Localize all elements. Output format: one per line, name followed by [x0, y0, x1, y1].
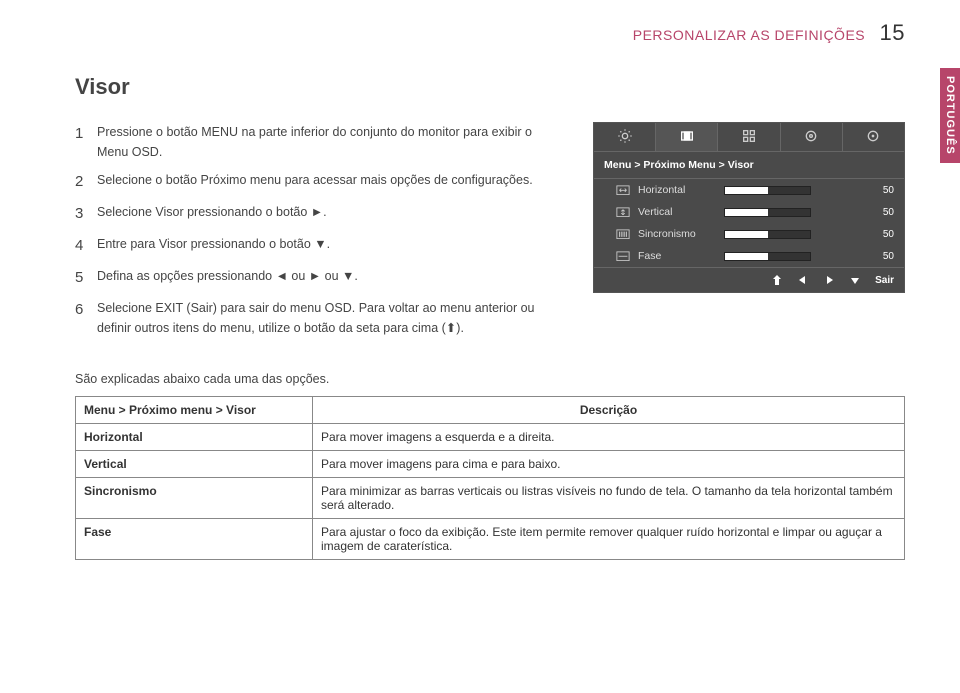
vertical-icon — [616, 206, 630, 218]
osd-breadcrumb: Menu > Próximo Menu > Visor — [594, 152, 904, 179]
osd-row-horizontal[interactable]: Horizontal 50 — [594, 179, 904, 201]
step-number: 5 — [75, 266, 89, 290]
step: 6Selecione EXIT (Sair) para sair do menu… — [75, 298, 565, 338]
step: 1Pressione o botão MENU na parte inferio… — [75, 122, 565, 162]
osd-tab-bar — [594, 123, 904, 152]
sun-icon — [617, 128, 633, 147]
osd-panel: Menu > Próximo Menu > Visor Horizontal 5… — [593, 122, 905, 293]
step-text: Defina as opções pressionando ◄ ou ► ou … — [97, 266, 565, 290]
table-row: Fase Para ajustar o foco da exibição. Es… — [76, 519, 905, 560]
step-number: 1 — [75, 122, 89, 162]
step-number: 4 — [75, 234, 89, 258]
table-cell-name: Sincronismo — [76, 478, 313, 519]
target-icon — [865, 128, 881, 147]
osd-value: 50 — [883, 251, 894, 262]
step: 4 Entre para Visor pressionando o botão ▼… — [75, 234, 565, 258]
settings-icon — [803, 128, 819, 147]
table-header-right: Descrição — [313, 397, 905, 424]
sync-icon — [616, 228, 630, 240]
osd-slider[interactable] — [724, 186, 811, 195]
table-cell-name: Horizontal — [76, 424, 313, 451]
page-number: 15 — [880, 20, 905, 45]
left-arrow-icon[interactable] — [797, 274, 809, 286]
osd-label: Vertical — [638, 206, 716, 218]
language-tab: PORTUGUÊS — [940, 68, 960, 163]
header-breadcrumb: PERSONALIZAR AS DEFINIÇÕES — [633, 27, 865, 43]
osd-tab-other1[interactable] — [781, 123, 843, 151]
osd-row-sincronismo[interactable]: Sincronismo 50 — [594, 223, 904, 245]
step: 5 Defina as opções pressionando ◄ ou ► ou… — [75, 266, 565, 290]
osd-label: Fase — [638, 250, 716, 262]
page-header: PERSONALIZAR AS DEFINIÇÕES 15 — [75, 20, 905, 46]
table-cell-desc: Para ajustar o foco da exibição. Este it… — [313, 519, 905, 560]
step-number: 6 — [75, 298, 89, 338]
step-text: Entre para Visor pressionando o botão ▼. — [97, 234, 565, 258]
osd-value: 50 — [883, 185, 894, 196]
table-row: Vertical Para mover imagens para cima e … — [76, 451, 905, 478]
section-title: Visor — [75, 74, 905, 100]
step-text: Selecione Visor pressionando o botão ►. — [97, 202, 565, 226]
step: 3 Selecione Visor pressionando o botão ►. — [75, 202, 565, 226]
horizontal-icon — [616, 184, 630, 196]
osd-label: Sincronismo — [638, 228, 716, 240]
step-text: Pressione o botão MENU na parte inferior… — [97, 122, 565, 162]
osd-tab-color[interactable] — [718, 123, 780, 151]
right-arrow-icon[interactable] — [823, 274, 835, 286]
step-number: 3 — [75, 202, 89, 226]
instructions: 1Pressione o botão MENU na parte inferio… — [75, 122, 565, 346]
explain-intro: São explicadas abaixo cada uma das opçõe… — [75, 372, 905, 386]
up-arrow-icon[interactable] — [771, 274, 783, 286]
osd-footer: Sair — [594, 267, 904, 292]
down-arrow-icon[interactable] — [849, 274, 861, 286]
table-cell-name: Vertical — [76, 451, 313, 478]
osd-value: 50 — [883, 229, 894, 240]
osd-slider[interactable] — [724, 252, 811, 261]
phase-icon — [616, 250, 630, 262]
step: 2 Selecione o botão Próximo menu para ace… — [75, 170, 565, 194]
table-cell-desc: Para minimizar as barras verticais ou li… — [313, 478, 905, 519]
table-cell-name: Fase — [76, 519, 313, 560]
step-number: 2 — [75, 170, 89, 194]
osd-exit-label[interactable]: Sair — [875, 275, 894, 286]
table-cell-desc: Para mover imagens a esquerda e a direit… — [313, 424, 905, 451]
osd-slider[interactable] — [724, 230, 811, 239]
step-text: Selecione o botão Próximo menu para aces… — [97, 170, 565, 194]
description-table: Menu > Próximo menu > Visor Descrição Ho… — [75, 396, 905, 560]
osd-row-fase[interactable]: Fase 50 — [594, 245, 904, 267]
table-cell-desc: Para mover imagens para cima e para baix… — [313, 451, 905, 478]
osd-label: Horizontal — [638, 184, 716, 196]
osd-value: 50 — [883, 207, 894, 218]
osd-tab-brightness[interactable] — [594, 123, 656, 151]
table-header-left: Menu > Próximo menu > Visor — [76, 397, 313, 424]
display-icon — [679, 128, 695, 147]
step-text: Selecione EXIT (Sair) para sair do menu … — [97, 298, 565, 338]
table-row: Horizontal Para mover imagens a esquerda… — [76, 424, 905, 451]
page: PERSONALIZAR AS DEFINIÇÕES 15 PORTUGUÊS … — [0, 0, 960, 590]
table-row: Sincronismo Para minimizar as barras ver… — [76, 478, 905, 519]
main-row: 1Pressione o botão MENU na parte inferio… — [75, 122, 905, 346]
palette-icon — [741, 128, 757, 147]
osd-row-vertical[interactable]: Vertical 50 — [594, 201, 904, 223]
osd-slider[interactable] — [724, 208, 811, 217]
osd-tab-other2[interactable] — [843, 123, 904, 151]
osd-tab-display[interactable] — [656, 123, 718, 151]
